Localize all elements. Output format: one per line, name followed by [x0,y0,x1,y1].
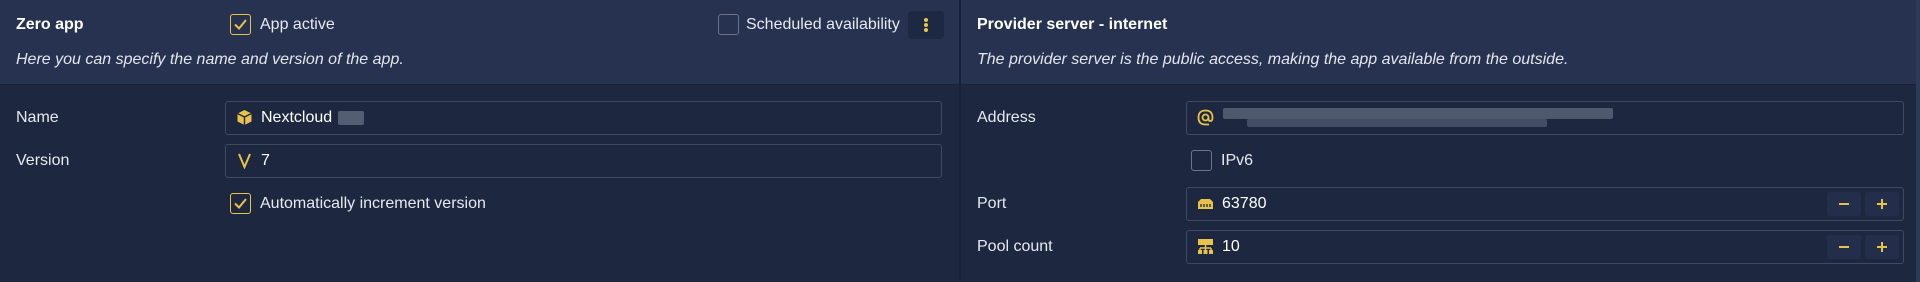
ethernet-port-icon [1198,199,1213,209]
plus-icon [1877,242,1887,252]
provider-panel: Provider server - internet The provider … [961,0,1916,282]
name-label: Name [16,109,59,126]
app-active-label[interactable]: App active [260,16,335,34]
zero-app-title: Zero app [16,16,84,33]
checkbox-checked-icon [234,19,247,30]
cube-icon [237,110,252,125]
zero-app-header: Zero app App active Scheduled availabili… [0,0,959,85]
scheduled-availability-checkbox[interactable] [718,14,739,35]
ipv6-checkbox[interactable] [1191,150,1212,171]
redacted-address-2 [1247,119,1547,127]
provider-header: Provider server - internet The provider … [961,0,1916,85]
version-value: 7 [261,152,270,169]
provider-description: The provider server is the public access… [977,51,1569,68]
auto-increment-checkbox[interactable] [230,193,251,214]
ipv6-label[interactable]: IPv6 [1221,152,1253,170]
auto-increment-label[interactable]: Automatically increment version [260,195,486,213]
port-label: Port [977,195,1007,212]
port-value: 63780 [1222,195,1267,212]
port-field[interactable]: 63780 [1186,187,1904,221]
minus-icon [1839,246,1849,248]
pool-count-value: 10 [1222,238,1240,255]
redacted-text [338,111,364,125]
scheduled-availability-label[interactable]: Scheduled availability [746,16,900,34]
pool-count-decrement-button[interactable] [1827,235,1861,259]
address-label: Address [977,109,1036,126]
page-scrollbar[interactable] [1916,0,1920,282]
zero-app-description: Here you can specify the name and versio… [16,51,404,68]
minus-icon [1839,203,1849,205]
name-field[interactable]: Nextcloud [225,101,942,135]
address-field[interactable] [1186,101,1904,135]
more-options-button[interactable] [908,11,944,39]
pool-network-icon [1198,239,1213,254]
version-field[interactable]: 7 [225,144,942,178]
provider-title: Provider server - internet [977,16,1168,33]
name-value: Nextcloud [261,109,333,126]
version-label: Version [16,152,70,169]
pool-count-label: Pool count [977,238,1053,255]
pool-count-increment-button[interactable] [1865,235,1899,259]
plus-icon [1877,199,1887,209]
zero-app-panel: Zero app App active Scheduled availabili… [0,0,959,282]
redacted-address [1223,108,1613,119]
pool-count-field[interactable]: 10 [1186,230,1904,264]
app-active-checkbox[interactable] [230,14,251,35]
port-increment-button[interactable] [1865,192,1899,216]
version-v-icon [238,153,251,169]
checkbox-checked-icon [234,198,247,209]
at-icon [1197,109,1214,126]
port-decrement-button[interactable] [1827,192,1861,216]
